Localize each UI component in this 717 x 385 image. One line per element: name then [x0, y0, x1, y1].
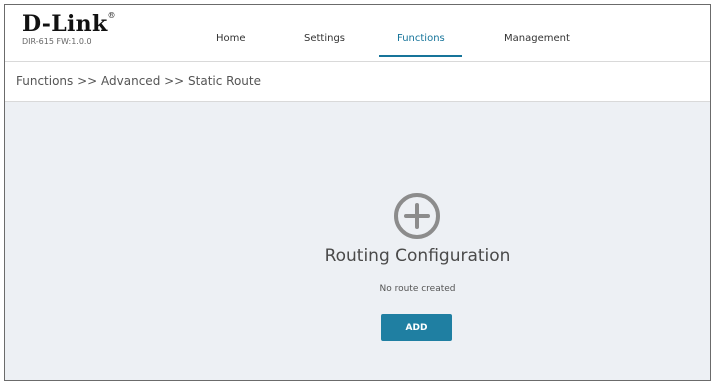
plus-circle-icon[interactable] — [387, 186, 447, 246]
dlink-logo: D-Link® — [22, 11, 116, 37]
nav-management[interactable]: Management — [504, 33, 570, 44]
router-admin-window: D-Link® DIR-615 FW:1.0.0 Home Settings F… — [4, 4, 711, 381]
main-content — [5, 102, 710, 380]
routing-configuration-title: Routing Configuration — [324, 246, 511, 266]
breadcrumb-bar: Functions >> Advanced >> Static Route — [5, 61, 710, 102]
active-nav-indicator — [379, 55, 462, 57]
top-header: D-Link® DIR-615 FW:1.0.0 Home Settings F… — [5, 5, 710, 60]
registered-mark: ® — [107, 11, 116, 20]
nav-settings[interactable]: Settings — [304, 33, 345, 44]
add-route-button[interactable]: ADD — [381, 314, 452, 341]
nav-functions[interactable]: Functions — [397, 33, 445, 44]
nav-home[interactable]: Home — [216, 33, 246, 44]
model-firmware-label: DIR-615 FW:1.0.0 — [22, 37, 92, 46]
logo-text: D-Link — [22, 11, 108, 37]
empty-state-message: No route created — [379, 284, 456, 294]
breadcrumb: Functions >> Advanced >> Static Route — [16, 74, 262, 88]
